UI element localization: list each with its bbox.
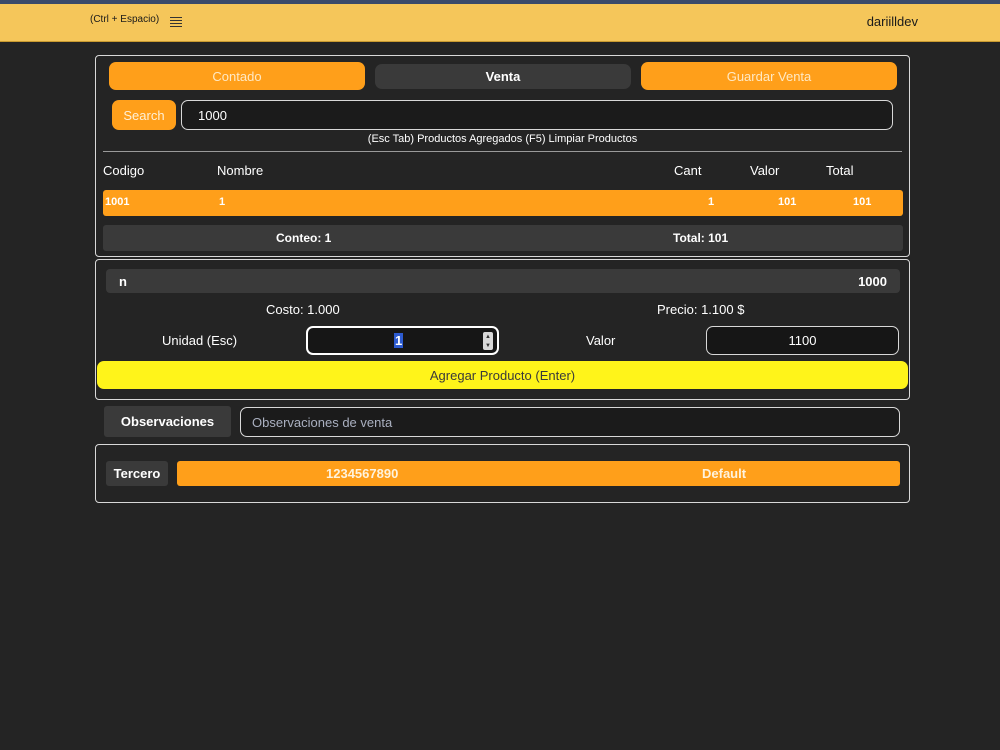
costo-label: Costo: 1.000 [266,302,340,317]
tercero-name: Default [702,466,747,481]
observaciones-input[interactable]: Observaciones de venta [240,407,900,437]
tercero-id: 1234567890 [326,466,399,481]
header-nombre: Nombre [217,163,264,178]
grand-total: Total: 101 [673,231,729,245]
search-input[interactable] [181,100,893,130]
top-bar: (Ctrl + Espacio) dariilldev [0,0,1000,42]
product-bar: n 1000 [106,269,900,293]
tercero-selector[interactable]: 1234567890 Default [177,461,900,486]
cell-total: 101 [853,196,872,208]
add-product-button[interactable]: Agregar Producto (Enter) [97,361,908,389]
cell-codigo: 1001 [105,196,130,208]
precio-label: Precio: 1.100 $ [657,302,745,317]
keyboard-hint: (Esc Tab) Productos Agregados (F5) Limpi… [367,133,638,145]
contado-button[interactable]: Contado [109,62,365,90]
spinner-icon[interactable]: ▲ ▼ [483,332,493,350]
summary-bar: Conteo: 1 Total: 101 [103,225,903,251]
header-codigo: Codigo [103,163,145,178]
observaciones-label: Observaciones [104,406,231,437]
cell-cant: 1 [708,196,715,208]
tercero-panel: Tercero 1234567890 Default [95,444,910,503]
unidad-label: Unidad (Esc) [162,333,238,348]
shortcut-hint: (Ctrl + Espacio) [90,14,160,25]
guardar-venta-button[interactable]: Guardar Venta [641,62,897,90]
header-total: Total [826,163,854,178]
conteo: Conteo: 1 [276,231,332,245]
search-button[interactable]: Search [112,100,176,130]
product-panel: n 1000 Costo: 1.000 Precio: 1.100 $ Unid… [95,259,910,400]
unidad-input[interactable]: 1 ▲ ▼ [306,326,499,355]
hamburger-icon[interactable] [170,17,182,27]
divider [103,151,902,152]
unidad-value: 1 [394,333,404,348]
product-name: n [119,274,127,289]
sale-panel: Contado Venta Guardar Venta Search (Esc … [95,55,910,257]
venta-button[interactable]: Venta [375,64,631,89]
username: dariilldev [866,14,918,29]
header-valor: Valor [750,163,780,178]
product-code: 1000 [858,274,887,289]
cell-nombre: 1 [219,196,226,208]
tercero-label: Tercero [106,461,168,486]
cell-valor: 101 [778,196,797,208]
header-cant: Cant [674,163,702,178]
table-row[interactable]: 1001 1 1 101 101 [103,190,903,216]
valor-input[interactable]: 1100 [706,326,899,355]
valor-label: Valor [586,333,616,348]
